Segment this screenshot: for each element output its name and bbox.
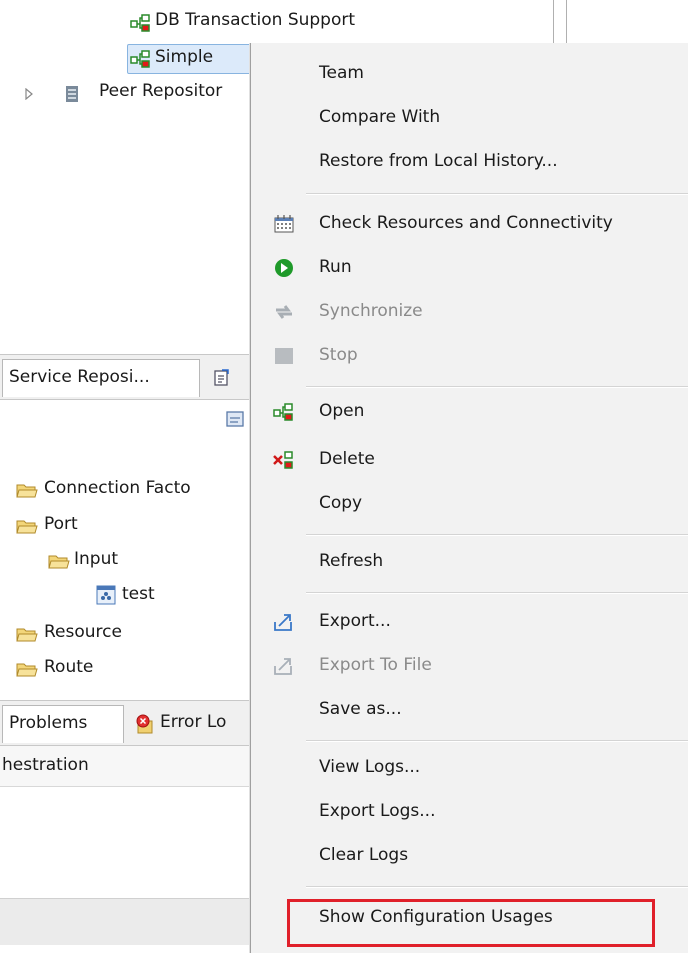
menu-separator bbox=[306, 534, 688, 536]
menu-item-team[interactable]: Team bbox=[251, 55, 688, 93]
tab-service-repository[interactable]: Service Reposi... bbox=[2, 359, 200, 397]
delete-process-icon bbox=[273, 451, 293, 469]
bottom-tabstrip: Problems Error Lo bbox=[0, 700, 260, 746]
menu-item-copy[interactable]: Copy bbox=[251, 485, 688, 523]
folder-icon bbox=[16, 520, 38, 534]
calendar-check-icon bbox=[274, 215, 294, 233]
synchronize-icon bbox=[276, 305, 292, 319]
menu-item-save-as[interactable]: Save as... bbox=[251, 691, 688, 729]
menu-item-view-logs[interactable]: View Logs... bbox=[251, 749, 688, 787]
menu-item-check-resources[interactable]: Check Resources and Connectivity bbox=[251, 205, 688, 243]
menu-item-export-to-file[interactable]: Export To File bbox=[251, 647, 688, 685]
error-log-icon bbox=[136, 714, 153, 734]
menu-item-clear-logs[interactable]: Clear Logs bbox=[251, 837, 688, 875]
menu-separator bbox=[306, 592, 688, 594]
menu-item-compare-with[interactable]: Compare With bbox=[251, 99, 688, 137]
tree-item-resource[interactable]: Resource bbox=[44, 622, 122, 642]
expand-arrow-icon[interactable] bbox=[24, 88, 34, 100]
menu-item-restore-local-history[interactable]: Restore from Local History... bbox=[251, 143, 688, 181]
column-header[interactable]: hestration bbox=[2, 755, 89, 775]
column-header-row: hestration bbox=[0, 746, 260, 787]
menu-item-delete[interactable]: Delete bbox=[251, 441, 688, 479]
export-icon bbox=[274, 658, 292, 675]
process-icon bbox=[130, 14, 150, 32]
tree-item-db-transaction[interactable]: DB Transaction Support bbox=[155, 10, 355, 30]
pane-divider bbox=[566, 0, 567, 48]
stop-icon bbox=[275, 348, 293, 364]
menu-separator bbox=[306, 886, 688, 888]
endpoint-icon bbox=[96, 585, 116, 605]
process-icon bbox=[273, 403, 293, 421]
menu-item-synchronize[interactable]: Synchronize bbox=[251, 293, 688, 331]
tree-item-test[interactable]: test bbox=[122, 584, 155, 604]
menu-separator bbox=[306, 193, 688, 195]
menu-item-export-logs[interactable]: Export Logs... bbox=[251, 793, 688, 831]
tab-problems[interactable]: Problems bbox=[2, 705, 124, 743]
run-icon bbox=[275, 259, 293, 277]
menu-item-open[interactable]: Open bbox=[251, 393, 688, 431]
tree-item-peer-repository[interactable]: Peer Repositor bbox=[99, 81, 222, 101]
tree-item-route[interactable]: Route bbox=[44, 657, 93, 677]
folder-icon bbox=[16, 628, 38, 642]
export-icon bbox=[274, 614, 292, 631]
menu-item-export[interactable]: Export... bbox=[251, 603, 688, 641]
outline-icon[interactable] bbox=[212, 368, 232, 388]
repository-icon bbox=[66, 86, 78, 102]
process-icon bbox=[130, 50, 150, 68]
view-tabstrip: Service Reposi... bbox=[0, 354, 260, 400]
tab-error-log[interactable]: Error Lo bbox=[160, 712, 226, 732]
menu-separator bbox=[306, 386, 688, 388]
highlight-box bbox=[287, 899, 655, 947]
menu-item-stop[interactable]: Stop bbox=[251, 337, 688, 375]
tree-item-port[interactable]: Port bbox=[44, 514, 78, 534]
menu-item-refresh[interactable]: Refresh bbox=[251, 543, 688, 581]
folder-icon bbox=[16, 484, 38, 498]
tree-item-simple[interactable]: Simple bbox=[155, 47, 213, 67]
pane-divider bbox=[553, 0, 554, 48]
folder-icon bbox=[16, 663, 38, 677]
sync-toolbar-icon[interactable] bbox=[224, 408, 248, 430]
tree-item-connection-factory[interactable]: Connection Facto bbox=[44, 478, 191, 498]
menu-separator bbox=[306, 740, 688, 742]
folder-icon bbox=[48, 555, 70, 569]
tree-item-input[interactable]: Input bbox=[74, 549, 118, 569]
context-menu: Team Compare With Restore from Local His… bbox=[250, 43, 688, 953]
menu-item-run[interactable]: Run bbox=[251, 249, 688, 287]
status-area bbox=[0, 898, 260, 945]
